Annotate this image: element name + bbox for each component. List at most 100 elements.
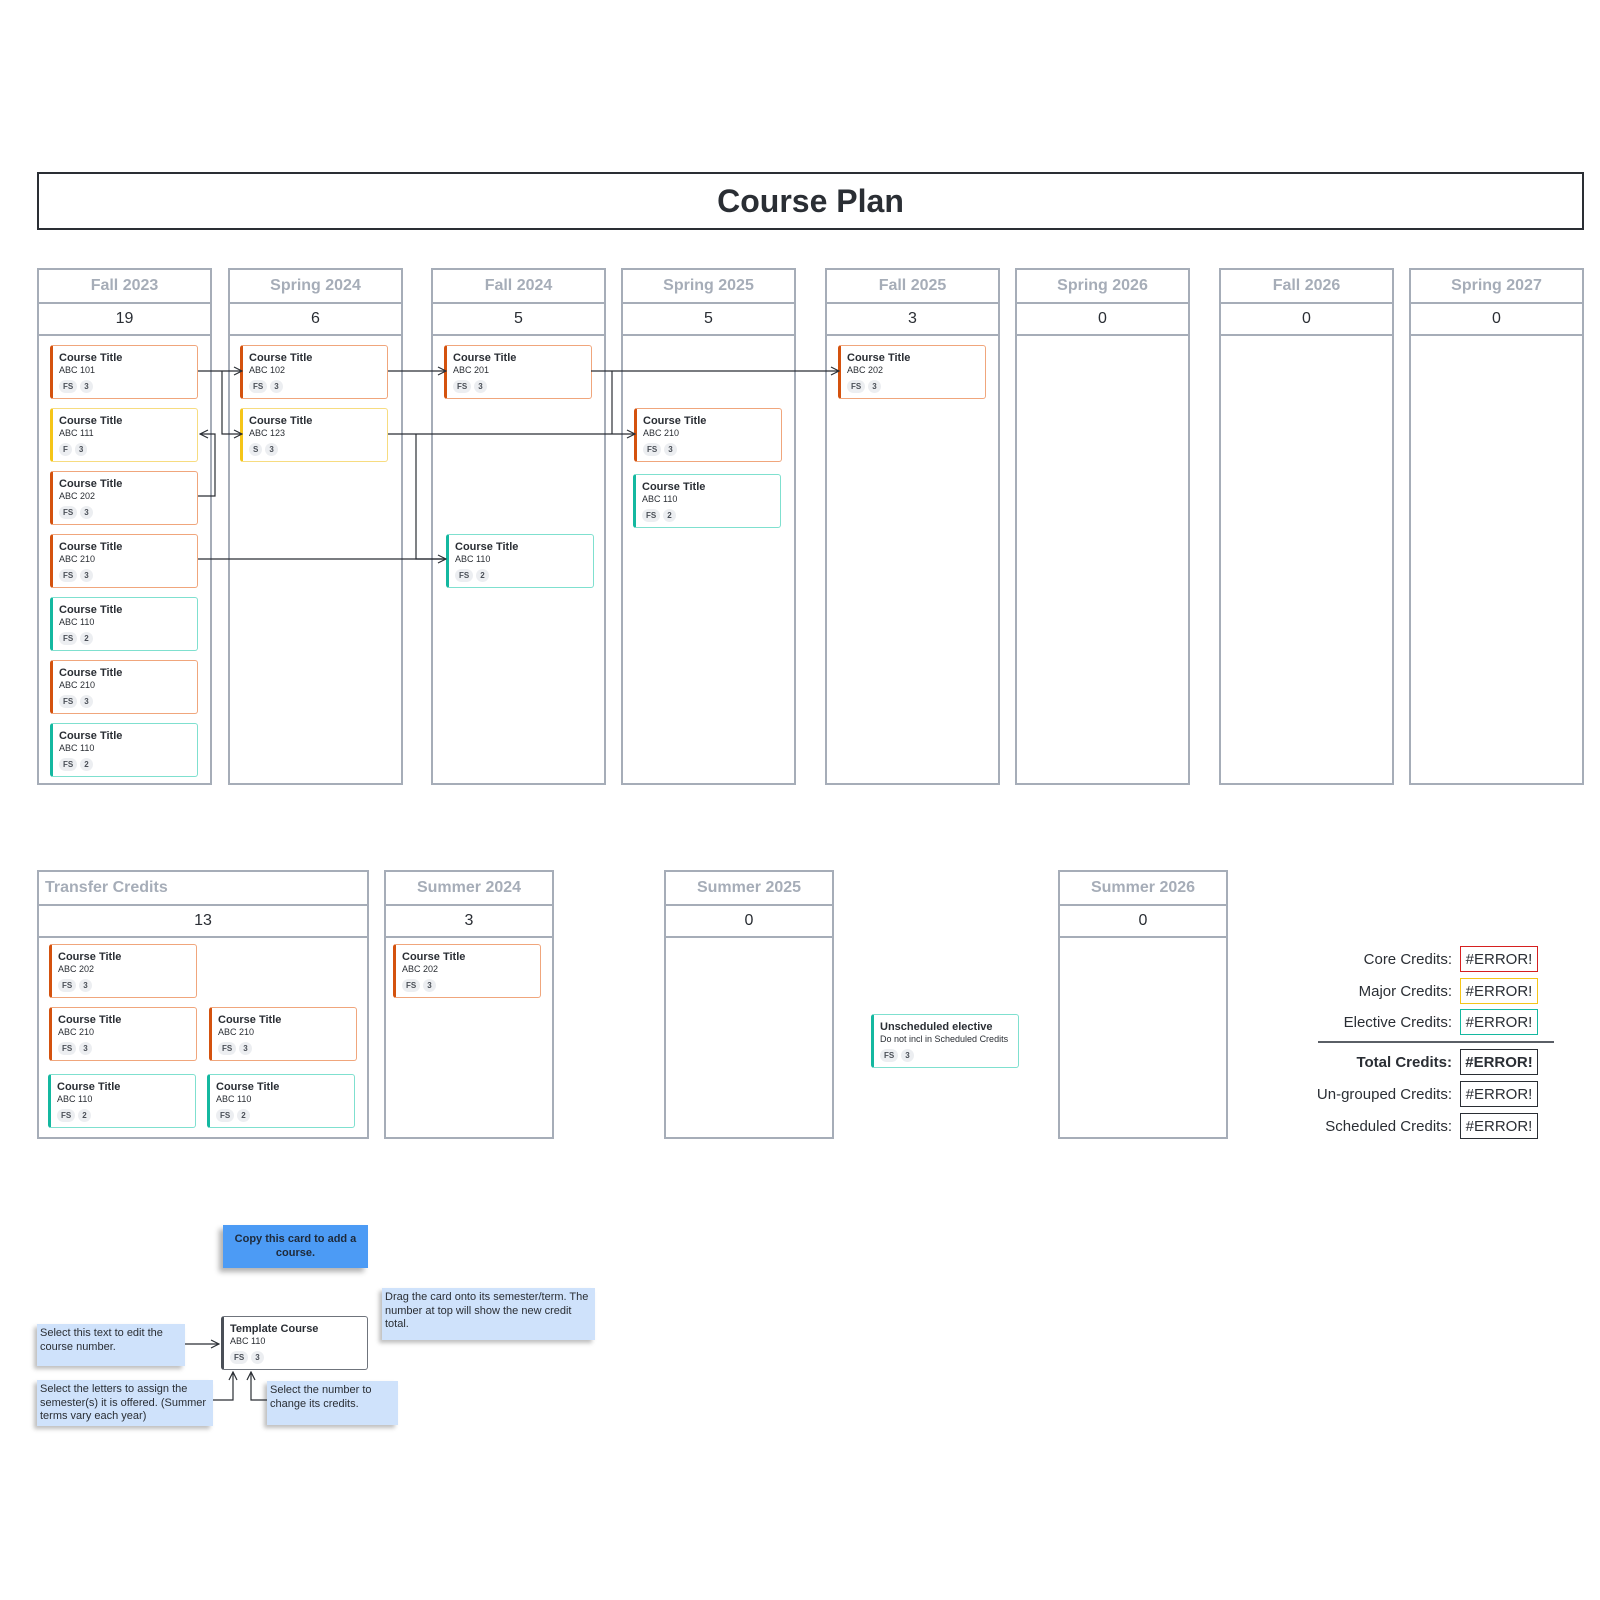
course-code[interactable]: ABC 110 [455,554,593,565]
course-title[interactable]: Course Title [59,352,197,365]
credits-chip[interactable]: 3 [251,1351,264,1364]
terms-chip[interactable]: FS [58,1042,77,1055]
course-code[interactable]: ABC 110 [642,494,780,505]
terms-chip[interactable]: FS [642,509,661,522]
course-card[interactable]: Course Title ABC 210 FS 3 [209,1007,357,1061]
course-title[interactable]: Course Title [59,415,197,428]
terms-chip[interactable]: S [249,443,263,456]
credits-chip[interactable]: 3 [80,695,93,708]
course-title[interactable]: Course Title [249,415,387,428]
credits-chip[interactable]: 3 [270,380,283,393]
course-card[interactable]: Course Title ABC 210 FS 3 [50,534,198,588]
unscheduled-elective-card[interactable]: Unscheduled elective Do not incl in Sche… [871,1014,1019,1068]
course-code[interactable]: ABC 202 [58,964,196,975]
course-card[interactable]: Course Title ABC 202 FS 3 [838,345,986,399]
terms-chip[interactable]: FS [216,1109,235,1122]
course-code[interactable]: ABC 210 [218,1027,356,1038]
course-code[interactable]: ABC 110 [230,1336,367,1347]
course-code[interactable]: ABC 110 [216,1094,354,1105]
course-code[interactable]: ABC 210 [59,554,197,565]
course-card[interactable]: Course Title ABC 210 FS 3 [49,1007,197,1061]
course-card[interactable]: Course Title ABC 202 FS 3 [50,471,198,525]
course-title[interactable]: Course Title [218,1014,356,1027]
terms-chip[interactable]: FS [880,1049,899,1062]
course-title[interactable]: Course Title [58,951,196,964]
course-title[interactable]: Course Title [847,352,985,365]
credits-chip[interactable]: 2 [78,1109,91,1122]
terms-chip[interactable]: FS [59,506,78,519]
terms-chip[interactable]: FS [57,1109,76,1122]
course-title[interactable]: Course Title [57,1081,195,1094]
credits-chip[interactable]: 3 [79,979,92,992]
credits-chip[interactable]: 3 [868,380,881,393]
credits-chip[interactable]: 3 [423,979,436,992]
course-card[interactable]: Course Title ABC 202 FS 3 [49,944,197,998]
credits-chip[interactable]: 3 [74,443,88,456]
course-code[interactable]: ABC 202 [847,365,985,376]
course-code[interactable]: ABC 111 [59,428,197,439]
course-card[interactable]: Course Title ABC 210 FS 3 [50,660,198,714]
course-card[interactable]: Course Title ABC 210 FS 3 [634,408,782,462]
course-title[interactable]: Course Title [59,478,197,491]
course-code[interactable]: ABC 210 [643,428,781,439]
course-card[interactable]: Course Title ABC 123 S 3 [240,408,388,462]
course-card[interactable]: Course Title ABC 202 FS 3 [393,944,541,998]
course-title[interactable]: Course Title [453,352,591,365]
course-card[interactable]: Course Title ABC 111 F 3 [50,408,198,462]
course-code[interactable]: Do not incl in Scheduled Credits [880,1034,1018,1045]
course-code[interactable]: ABC 202 [402,964,540,975]
terms-chip[interactable]: FS [453,380,472,393]
course-title[interactable]: Course Title [59,667,197,680]
course-code[interactable]: ABC 210 [59,680,197,691]
course-card[interactable]: Course Title ABC 110 FS 2 [50,597,198,651]
course-card[interactable]: Course Title ABC 102 FS 3 [240,345,388,399]
credits-chip[interactable]: 3 [901,1049,914,1062]
course-card[interactable]: Course Title ABC 110 FS 2 [207,1074,355,1128]
course-title[interactable]: Course Title [455,541,593,554]
course-title[interactable]: Course Title [59,541,197,554]
credits-chip[interactable]: 3 [265,443,278,456]
course-title[interactable]: Course Title [249,352,387,365]
course-card[interactable]: Course Title ABC 201 FS 3 [444,345,592,399]
terms-chip[interactable]: FS [402,979,421,992]
course-title[interactable]: Course Title [58,1014,196,1027]
course-code[interactable]: ABC 202 [59,491,197,502]
course-title[interactable]: Course Title [642,481,780,494]
credits-chip[interactable]: 3 [664,443,677,456]
course-card[interactable]: Course Title ABC 110 FS 2 [633,474,781,528]
course-card[interactable]: Course Title ABC 110 FS 2 [446,534,594,588]
credits-chip[interactable]: 3 [239,1042,252,1055]
course-title[interactable]: Course Title [402,951,540,964]
credits-chip[interactable]: 3 [79,1042,92,1055]
course-title[interactable]: Course Title [216,1081,354,1094]
terms-chip[interactable]: FS [455,569,474,582]
credits-chip[interactable]: 3 [474,380,487,393]
terms-chip[interactable]: FS [218,1042,237,1055]
terms-chip[interactable]: FS [249,380,268,393]
credits-chip[interactable]: 2 [237,1109,250,1122]
course-card[interactable]: Course Title ABC 110 FS 2 [48,1074,196,1128]
credits-chip[interactable]: 2 [663,509,676,522]
credits-chip[interactable]: 2 [80,632,93,645]
course-code[interactable]: ABC 201 [453,365,591,376]
terms-chip[interactable]: FS [59,380,78,393]
template-course-card[interactable]: Template Course ABC 110 FS 3 [221,1316,368,1370]
course-code[interactable]: ABC 210 [58,1027,196,1038]
credits-chip[interactable]: 2 [476,569,489,582]
course-code[interactable]: ABC 110 [59,617,197,628]
terms-chip[interactable]: FS [59,695,78,708]
terms-chip[interactable]: FS [59,632,78,645]
course-title[interactable]: Course Title [59,604,197,617]
credits-chip[interactable]: 3 [80,569,93,582]
course-code[interactable]: ABC 102 [249,365,387,376]
credits-chip[interactable]: 3 [80,506,93,519]
course-title[interactable]: Course Title [59,730,197,743]
course-card[interactable]: Course Title ABC 101 FS 3 [50,345,198,399]
terms-chip[interactable]: FS [58,979,77,992]
course-card[interactable]: Course Title ABC 110 FS 2 [50,723,198,777]
course-code[interactable]: ABC 110 [57,1094,195,1105]
course-code[interactable]: ABC 123 [249,428,387,439]
terms-chip[interactable]: FS [230,1351,249,1364]
course-title[interactable]: Unscheduled elective [880,1021,1018,1034]
terms-chip[interactable]: F [59,443,72,456]
